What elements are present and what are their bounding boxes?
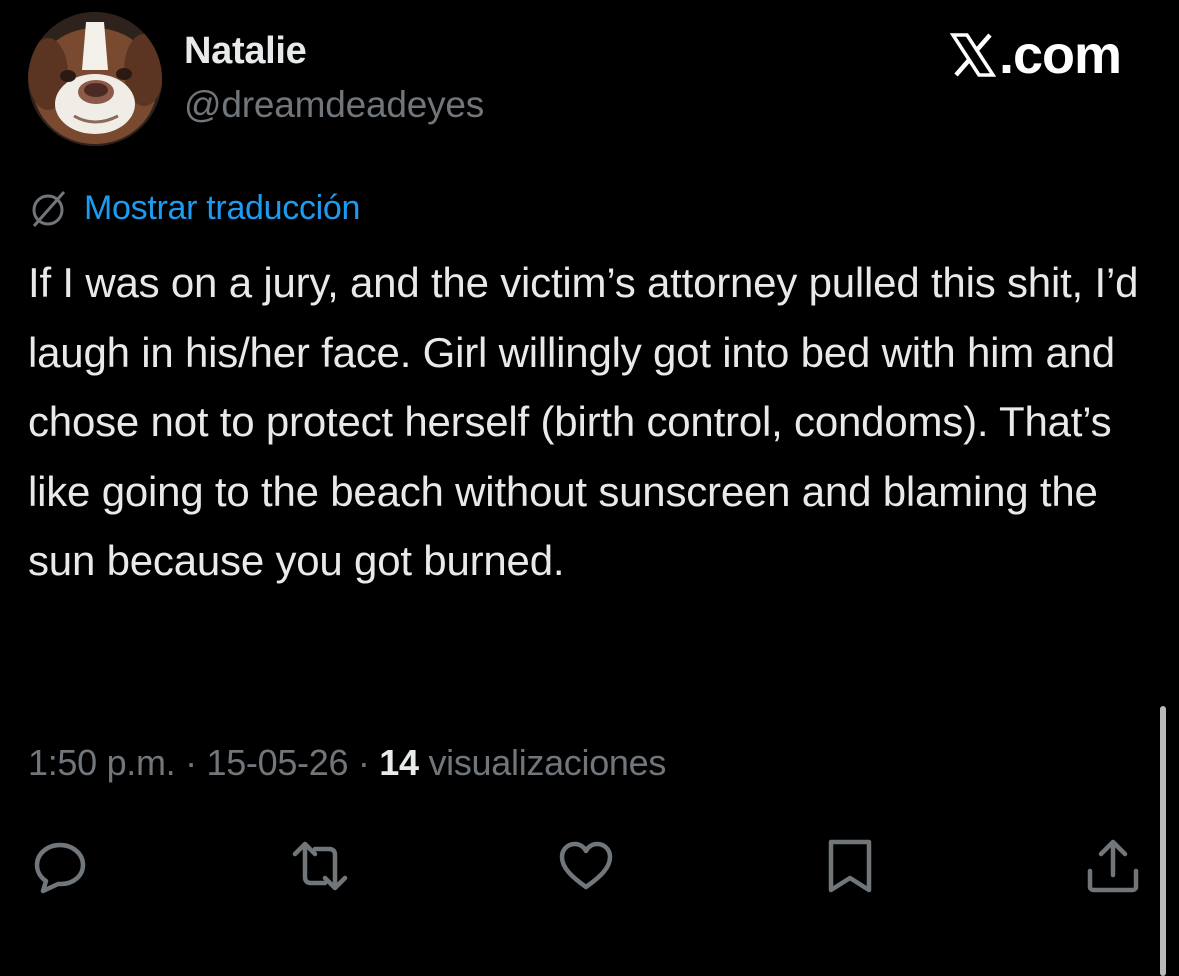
reply-button[interactable] bbox=[30, 836, 90, 896]
repost-icon bbox=[292, 841, 348, 891]
show-translation-link[interactable]: Mostrar traducción bbox=[28, 186, 360, 230]
author-handle[interactable]: @dreamdeadeyes bbox=[184, 84, 484, 126]
tweet-meta: 1:50 p.m. · 15-05-26 · 14 visualizacione… bbox=[28, 742, 666, 784]
brand-watermark: .com bbox=[949, 24, 1122, 86]
tweet-card: Natalie @dreamdeadeyes .com Mostrar trad… bbox=[0, 0, 1179, 976]
bookmark-button[interactable] bbox=[820, 836, 880, 896]
globe-slash-icon bbox=[32, 191, 66, 227]
repost-button[interactable] bbox=[290, 836, 350, 896]
show-translation-label: Mostrar traducción bbox=[84, 188, 361, 227]
share-icon bbox=[1087, 839, 1139, 893]
tweet-text: If I was on a jury, and the victim’s att… bbox=[28, 259, 1139, 584]
tweet-actions bbox=[0, 836, 1179, 896]
share-button[interactable] bbox=[1083, 836, 1143, 896]
user-avatar[interactable] bbox=[28, 12, 162, 146]
views-count: 14 bbox=[379, 742, 419, 783]
meta-separator: · bbox=[175, 742, 207, 783]
brand-label: .com bbox=[998, 25, 1122, 85]
tweet-time[interactable]: 1:50 p.m. bbox=[28, 742, 176, 784]
views-label: visualizaciones bbox=[418, 742, 667, 783]
scrollbar[interactable] bbox=[1160, 706, 1166, 976]
tweet-date[interactable]: 15-05-26 bbox=[206, 742, 348, 784]
reply-icon bbox=[34, 842, 86, 894]
meta-separator: · bbox=[348, 742, 380, 783]
bookmark-icon bbox=[828, 839, 872, 893]
heart-icon bbox=[559, 841, 613, 890]
author-display-name[interactable]: Natalie bbox=[184, 30, 307, 73]
x-logo-icon bbox=[949, 33, 997, 77]
like-button[interactable] bbox=[556, 836, 616, 896]
dog-avatar-icon bbox=[28, 12, 162, 146]
